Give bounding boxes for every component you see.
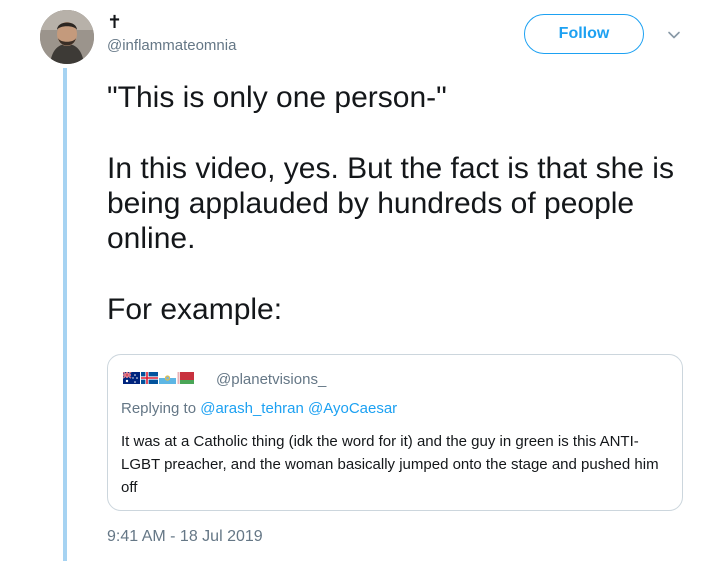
quoted-tweet-text: It was at a Catholic thing (idk the word…: [121, 433, 659, 496]
tweet-paragraph: In this video, yes. But the fact is that…: [107, 152, 674, 255]
replying-to-label: Replying to: [121, 400, 197, 417]
iceland-flag-icon: [141, 372, 158, 384]
replying-to: Replying to @arash_tehran @AyoCaesar: [121, 400, 397, 418]
follow-button[interactable]: Follow: [524, 14, 644, 54]
australia-flag-icon: [123, 372, 140, 384]
tweet-timestamp[interactable]: 9:41 AM - 18 Jul 2019: [107, 528, 263, 546]
belarus-flag-icon: [177, 372, 194, 384]
reply-mention-link[interactable]: @AyoCaesar: [308, 400, 397, 417]
quoted-handle[interactable]: @planetvisions_: [216, 371, 326, 389]
reply-mention-link[interactable]: @arash_tehran: [200, 400, 304, 417]
tweet-text: "This is only one person-" In this video…: [107, 80, 707, 327]
quoted-tweet[interactable]: @planetvisions_ Replying to @arash_tehra…: [107, 354, 683, 511]
chevron-down-icon[interactable]: [666, 27, 682, 43]
thread-line: [63, 68, 67, 561]
author-handle[interactable]: @inflammateomnia: [107, 37, 236, 55]
flag-emojis: [123, 372, 194, 384]
avatar[interactable]: [40, 10, 94, 64]
tweet-paragraph: For example:: [107, 293, 283, 326]
display-name[interactable]: ✝: [107, 12, 122, 32]
tweet-paragraph: "This is only one person-": [107, 81, 447, 114]
san-marino-flag-icon: [159, 372, 176, 384]
